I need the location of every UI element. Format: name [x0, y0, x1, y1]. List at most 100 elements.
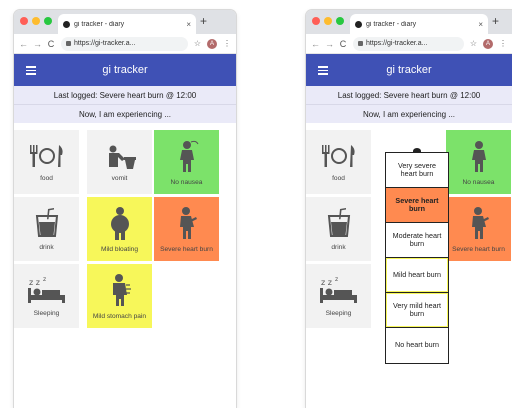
svg-text:z z: z z: [321, 278, 332, 287]
tile-label: Sleeping: [325, 309, 352, 317]
tile-label: Severe heart burn: [452, 245, 505, 253]
svg-text:z: z: [43, 276, 46, 283]
stomach-pain-icon: [112, 273, 131, 306]
tile-drink[interactable]: drink: [306, 197, 371, 261]
lock-icon: [66, 41, 71, 46]
tab-close-icon[interactable]: ×: [478, 20, 483, 29]
profile-avatar[interactable]: A: [483, 38, 493, 49]
browser-toolbar: ← → C https://gi-tracker.a... ☆ A ⋮: [306, 34, 512, 54]
reload-icon[interactable]: C: [47, 39, 55, 49]
hamburger-menu-icon[interactable]: [318, 66, 328, 77]
tile-label: Mild bloating: [100, 245, 139, 253]
lock-icon: [358, 41, 363, 46]
tab-title: gi tracker - diary: [74, 20, 125, 28]
tile-severe-heart-burn[interactable]: Severe heart burn: [154, 197, 219, 261]
tile-label: drink: [331, 243, 346, 251]
option-no-heart-burn[interactable]: No heart burn: [386, 328, 448, 363]
last-logged-status: Last logged: Severe heart burn @ 12:00: [14, 86, 236, 105]
new-tab-button[interactable]: +: [492, 14, 499, 28]
close-window-button[interactable]: [20, 17, 28, 25]
app-bar: gi tracker: [306, 54, 512, 86]
tile-label: drink: [39, 243, 54, 251]
window-controls: [312, 17, 344, 25]
minimize-window-button[interactable]: [324, 17, 332, 25]
url-text: https://gi-tracker.a...: [366, 40, 428, 47]
option-very-severe-heart-burn[interactable]: Very severe heart burn: [386, 153, 448, 188]
tile-label: Mild stomach pain: [92, 312, 147, 320]
app-title: gi tracker: [102, 64, 148, 76]
option-mild-heart-burn[interactable]: Mild heart burn: [386, 258, 448, 293]
bookmark-star-icon[interactable]: ☆: [470, 39, 477, 48]
new-tab-button[interactable]: +: [200, 14, 207, 28]
option-severe-heart-burn[interactable]: Severe heart burn: [386, 188, 448, 223]
tile-mild-bloating[interactable]: Mild bloating: [87, 197, 152, 261]
maximize-window-button[interactable]: [44, 17, 52, 25]
back-icon[interactable]: ←: [19, 39, 28, 49]
drink-icon: [35, 207, 58, 237]
tile-label: food: [332, 174, 345, 182]
experiencing-prompt: Now, I am experiencing ...: [14, 105, 236, 123]
app-bar: gi tracker: [14, 54, 236, 86]
heartburn-icon: [471, 206, 489, 239]
tile-sleeping[interactable]: z z z Sleeping: [306, 264, 371, 328]
experiencing-prompt: Now, I am experiencing ...: [306, 105, 512, 123]
tile-food[interactable]: food: [306, 130, 371, 194]
minimize-window-button[interactable]: [32, 17, 40, 25]
tile-no-nausea[interactable]: No nausea: [154, 130, 219, 194]
tile-sleeping[interactable]: z z z Sleeping: [14, 264, 79, 328]
tile-severe-heart-burn[interactable]: Severe heart burn: [446, 197, 511, 261]
forward-icon[interactable]: →: [325, 39, 334, 49]
url-text: https://gi-tracker.a...: [74, 40, 136, 47]
tile-no-nausea[interactable]: No nausea: [446, 130, 511, 194]
tile-drink[interactable]: drink: [14, 197, 79, 261]
address-bar[interactable]: https://gi-tracker.a...: [353, 36, 464, 51]
browser-window-left: gi tracker - diary × + ← → C https://gi-…: [14, 10, 236, 408]
svg-text:z z: z z: [29, 278, 40, 287]
app-title: gi tracker: [386, 64, 432, 76]
tile-vomit[interactable]: vomit: [87, 130, 152, 194]
browser-menu-icon[interactable]: ⋮: [223, 39, 231, 48]
bookmark-star-icon[interactable]: ☆: [194, 39, 201, 48]
tile-label: food: [40, 174, 53, 182]
sleeping-icon: z z z: [319, 276, 357, 303]
close-window-button[interactable]: [312, 17, 320, 25]
maximize-window-button[interactable]: [336, 17, 344, 25]
title-bar: gi tracker - diary × +: [14, 10, 236, 34]
svg-text:z: z: [335, 276, 338, 283]
tab-close-icon[interactable]: ×: [186, 20, 191, 29]
vomit-icon: [108, 145, 136, 169]
forward-icon[interactable]: →: [33, 39, 42, 49]
bloating-icon: [110, 206, 129, 240]
tile-label: Sleeping: [33, 309, 60, 317]
title-bar: gi tracker - diary × +: [306, 10, 512, 34]
browser-tab[interactable]: gi tracker - diary ×: [58, 14, 196, 34]
drink-icon: [327, 207, 350, 237]
option-moderate-heart-burn[interactable]: Moderate heart burn: [386, 223, 448, 258]
tile-label: No nausea: [462, 178, 495, 186]
back-icon[interactable]: ←: [311, 39, 320, 49]
browser-tab[interactable]: gi tracker - diary ×: [350, 14, 488, 34]
tile-food[interactable]: food: [14, 130, 79, 194]
tab-title: gi tracker - diary: [366, 20, 417, 28]
food-icon: [29, 144, 63, 167]
heartburn-icon: [179, 206, 197, 239]
reload-icon[interactable]: C: [339, 39, 347, 49]
browser-toolbar: ← → C https://gi-tracker.a... ☆ A ⋮: [14, 34, 236, 54]
tile-label: Severe heart burn: [160, 245, 213, 253]
last-logged-status: Last logged: Severe heart burn @ 12:00: [306, 86, 512, 105]
option-very-mild-heart-burn[interactable]: Very mild heart burn: [386, 293, 448, 328]
browser-menu-icon[interactable]: ⋮: [499, 39, 507, 48]
nausea-icon: [471, 140, 486, 172]
hamburger-menu-icon[interactable]: [26, 66, 36, 77]
heartburn-severity-picker: Very severe heart burn Severe heart burn…: [385, 152, 449, 364]
tile-mild-stomach-pain[interactable]: Mild stomach pain: [87, 264, 152, 328]
window-controls: [20, 17, 52, 25]
food-icon: [321, 144, 355, 167]
favicon-icon: [355, 20, 362, 28]
tile-label: vomit: [111, 174, 128, 182]
favicon-icon: [63, 20, 70, 28]
address-bar[interactable]: https://gi-tracker.a...: [61, 36, 188, 51]
sleeping-icon: z z z: [27, 276, 65, 303]
profile-avatar[interactable]: A: [207, 38, 217, 49]
nausea-icon: [179, 140, 198, 172]
